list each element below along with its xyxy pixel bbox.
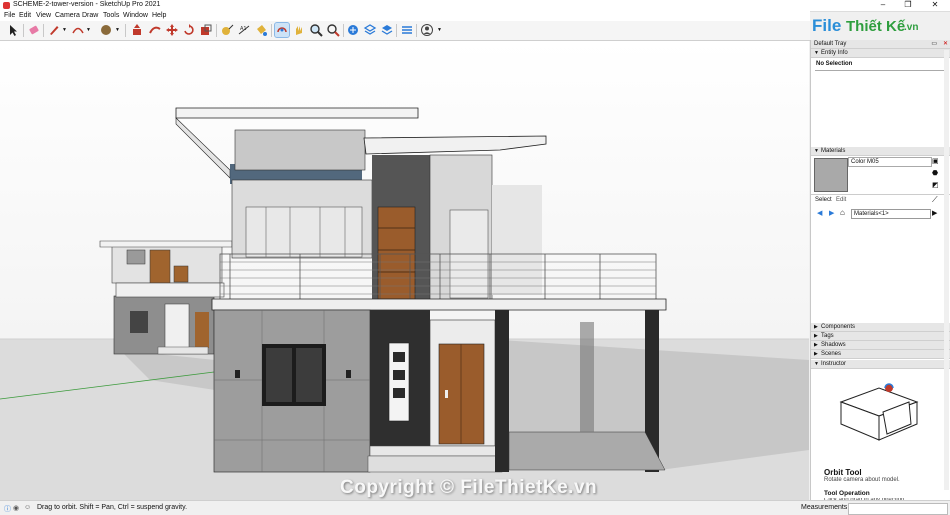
sketchup-logo-icon (3, 2, 10, 9)
tool-operation-heading: Tool Operation (824, 490, 870, 497)
menu-window[interactable]: Window (123, 12, 148, 19)
maximize-button[interactable]: ❐ (897, 0, 919, 11)
window-title: SCHEME-2-tower-version - SketchUp Pro 20… (13, 1, 161, 8)
collapse-arrow-icon: ▼ (814, 50, 819, 56)
expand-arrow-icon: ▶ (814, 333, 818, 339)
menu-tools[interactable]: Tools (103, 12, 119, 19)
material-name-field[interactable]: Color M05 (848, 157, 932, 167)
default-tray: Default Tray ▭ ✕ ▼ Entity Info × No Sele… (810, 40, 950, 500)
expand-arrow-icon: ▶ (814, 342, 818, 348)
status-bar: ⓘ ◉ ☺ Drag to orbit. Shift = Pan, Ctrl =… (0, 500, 950, 515)
dimension-icon[interactable]: A1 (237, 23, 251, 37)
select-arrow-icon[interactable] (6, 23, 20, 37)
tab-edit[interactable]: Edit (836, 197, 846, 203)
tool-description: Rotate camera about model. (824, 477, 900, 483)
chevron-down-icon[interactable]: ▼ (437, 27, 442, 33)
warehouse-icon[interactable] (346, 23, 360, 37)
instructor-header[interactable]: ▼ Instructor × (811, 360, 950, 369)
expand-arrow-icon: ▶ (814, 351, 818, 357)
scenes-header[interactable]: ▶ Scenes × (811, 350, 950, 359)
orbit-icon[interactable] (274, 22, 290, 38)
zoom-icon[interactable] (309, 23, 323, 37)
paint-bucket-icon[interactable] (254, 23, 268, 37)
collapse-arrow-icon: ▼ (814, 148, 819, 154)
extension-warehouse-icon[interactable] (363, 23, 377, 37)
shapes-circle-icon[interactable] (99, 23, 113, 37)
follow-me-icon[interactable] (148, 23, 162, 37)
orbit-illustration (839, 383, 919, 441)
info-icon[interactable]: ⓘ (4, 504, 11, 514)
house-model-render (0, 41, 809, 500)
measurements-label: Measurements (801, 504, 848, 511)
line-pencil-icon[interactable] (47, 23, 61, 37)
scale-icon[interactable] (199, 23, 213, 37)
menu-file[interactable]: File (4, 12, 15, 19)
eraser-icon[interactable] (27, 23, 41, 37)
extension-manager-icon[interactable] (380, 23, 394, 37)
expand-arrow-icon: ▶ (814, 324, 818, 330)
push-pull-icon[interactable] (130, 23, 144, 37)
measurements-field[interactable] (848, 503, 948, 515)
tray-scrollbar[interactable] (944, 50, 949, 490)
zoom-extents-icon[interactable] (326, 23, 340, 37)
watermark-text: Copyright © FileThietKe.vn (340, 477, 598, 498)
menu-view[interactable]: View (36, 12, 51, 19)
status-hint: Drag to orbit. Shift = Pan, Ctrl = suspe… (37, 504, 188, 511)
details-arrow-icon[interactable]: ▶ (932, 209, 937, 217)
tape-measure-icon[interactable] (220, 23, 234, 37)
components-header[interactable]: ▶ Components × (811, 323, 950, 332)
materials-header[interactable]: ▼ Materials × (811, 147, 950, 156)
back-arrow-icon[interactable]: ◀ (817, 209, 822, 217)
shadows-header[interactable]: ▶ Shadows × (811, 341, 950, 350)
filethietke-logo: File Thiết Kế .vn (812, 16, 919, 35)
main-toolbar: ▼ ▼ ▼ A1 ▼ (0, 21, 810, 41)
chevron-down-icon[interactable]: ▼ (62, 27, 67, 33)
model-viewport[interactable]: Copyright © FileThietKe.vn (0, 41, 809, 500)
layout-send-icon[interactable] (400, 23, 414, 37)
display-secondary-icon[interactable]: ▣ (932, 157, 939, 165)
selection-status: No Selection (816, 61, 853, 67)
rotate-icon[interactable] (182, 23, 196, 37)
pin-icon[interactable]: ▭ (931, 40, 937, 48)
chevron-down-icon[interactable]: ▼ (115, 27, 120, 33)
arc-icon[interactable] (71, 23, 85, 37)
tool-name: Orbit Tool (824, 468, 862, 477)
home-icon[interactable]: ⌂ (840, 208, 845, 217)
tray-title-bar: Default Tray ▭ ✕ (811, 40, 950, 49)
pan-hand-icon[interactable] (292, 23, 306, 37)
material-swatch[interactable] (814, 158, 848, 192)
entity-info-header[interactable]: ▼ Entity Info × (811, 49, 950, 58)
menu-draw[interactable]: Draw (82, 12, 98, 19)
collapse-arrow-icon: ▼ (814, 361, 819, 367)
minimize-button[interactable]: – (872, 0, 894, 11)
default-material-icon[interactable]: ◩ (932, 181, 939, 189)
account-icon[interactable] (420, 23, 434, 37)
menu-camera[interactable]: Camera (55, 12, 80, 19)
close-button[interactable]: ✕ (924, 0, 946, 11)
menu-bar: File Edit View Camera Draw Tools Window … (0, 11, 810, 21)
menu-help[interactable]: Help (152, 12, 166, 19)
geolocation-icon[interactable]: ◉ (13, 504, 19, 512)
user-icon[interactable]: ☺ (24, 504, 31, 511)
forward-arrow-icon[interactable]: ▶ (829, 209, 834, 217)
svg-text:A1: A1 (240, 26, 247, 32)
chevron-down-icon[interactable]: ▼ (86, 27, 91, 33)
create-material-icon[interactable]: ⬣ (932, 169, 938, 177)
menu-edit[interactable]: Edit (19, 12, 31, 19)
tab-select[interactable]: Select (815, 197, 832, 203)
close-tray-icon[interactable]: ✕ (943, 40, 948, 48)
tags-header[interactable]: ▶ Tags × (811, 332, 950, 341)
material-library-select[interactable]: Materials<1> (851, 209, 931, 219)
eyedropper-icon[interactable]: ⟋ (932, 195, 938, 205)
move-icon[interactable] (165, 23, 179, 37)
